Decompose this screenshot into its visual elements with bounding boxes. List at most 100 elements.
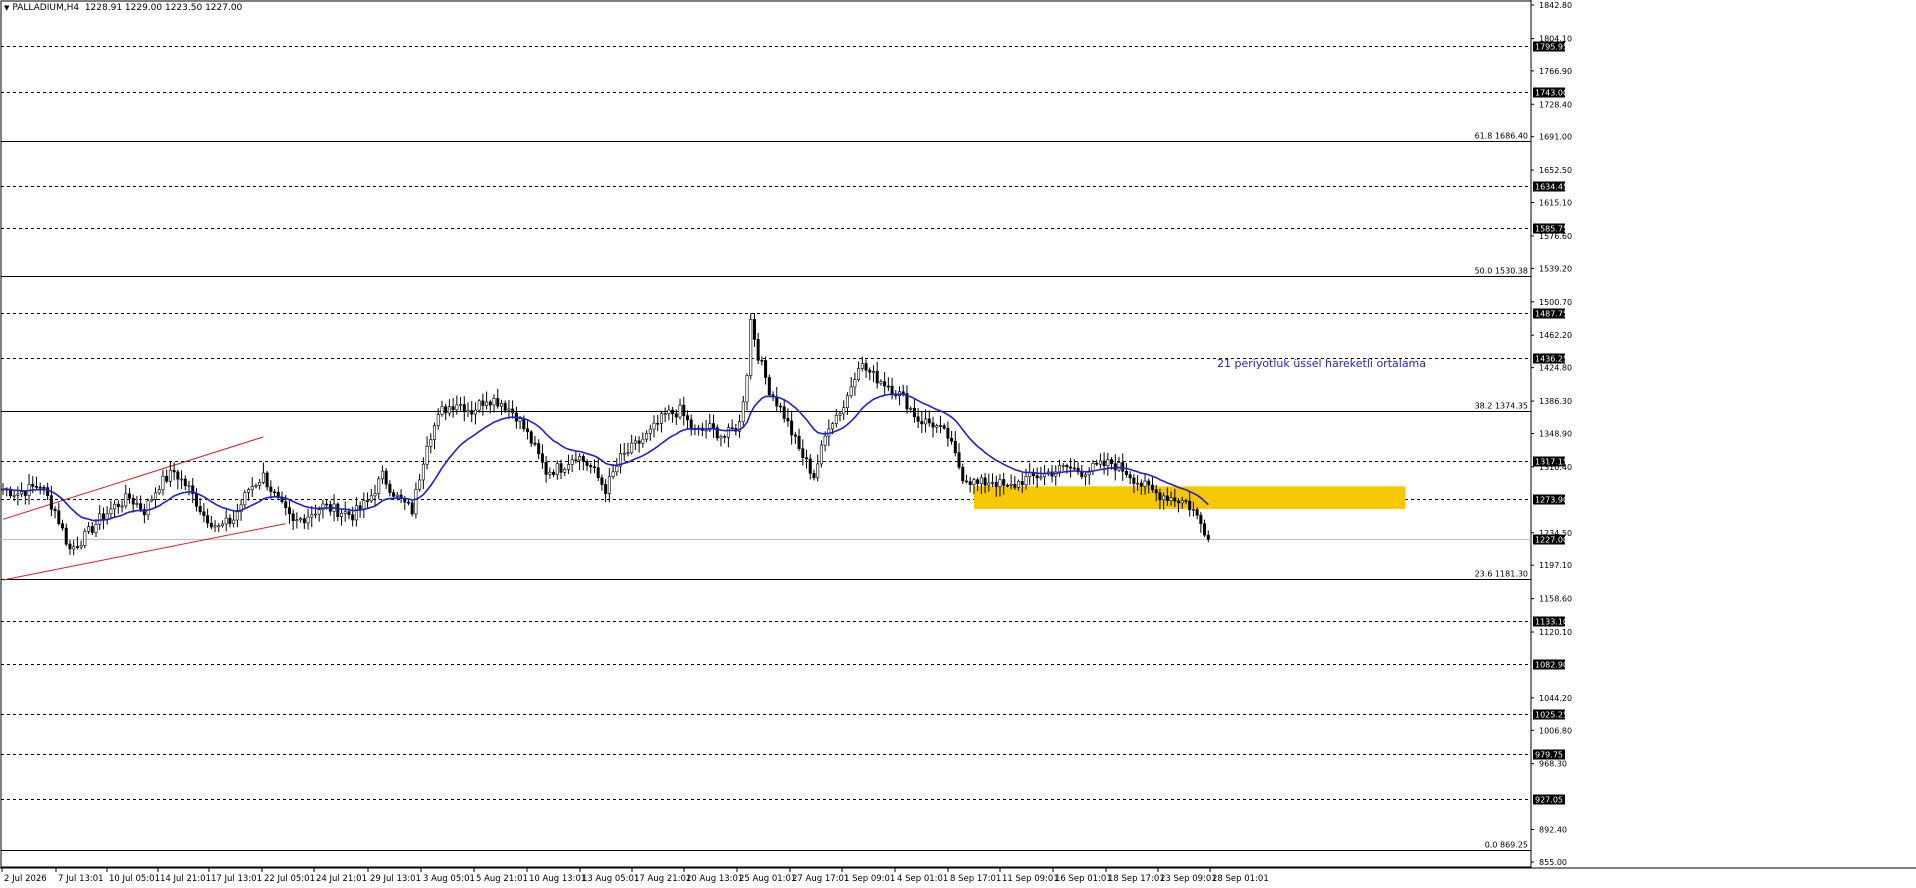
candle bbox=[429, 433, 433, 454]
candle-body bbox=[172, 469, 176, 473]
candle bbox=[198, 497, 202, 516]
candle-body bbox=[127, 493, 131, 499]
candle bbox=[775, 386, 779, 412]
price-chart[interactable]: 61.8 1686.40 50.0 1530.38 38.2 1374.35 23.6… bbox=[0, 0, 1916, 888]
channel-line[interactable] bbox=[2, 523, 286, 581]
candle bbox=[1117, 456, 1121, 473]
candle-body bbox=[544, 462, 548, 475]
candle bbox=[574, 450, 578, 464]
candle-body bbox=[392, 492, 396, 497]
candle bbox=[183, 475, 187, 491]
candle bbox=[1124, 463, 1128, 478]
time-label: 27 Aug 17:01 bbox=[792, 874, 849, 884]
candle bbox=[499, 399, 503, 415]
annotation-layer: 21 periyotluk üssel hareketli ortalama bbox=[1217, 357, 1426, 370]
candle-body bbox=[317, 509, 321, 515]
candle-body bbox=[578, 455, 582, 461]
candle-body bbox=[16, 493, 20, 496]
candle bbox=[738, 414, 742, 438]
candle bbox=[1057, 459, 1061, 477]
candle-body bbox=[358, 505, 362, 510]
candle bbox=[730, 419, 734, 432]
candle bbox=[548, 467, 552, 479]
price-tick-label: 1652.50 bbox=[1539, 166, 1572, 175]
candle bbox=[433, 422, 437, 450]
candle-body bbox=[287, 507, 291, 515]
candle bbox=[232, 510, 236, 528]
candle bbox=[1043, 464, 1047, 486]
candle-body bbox=[801, 448, 805, 458]
candle-body bbox=[295, 519, 299, 522]
candle bbox=[853, 372, 857, 396]
candle-body bbox=[1188, 500, 1192, 511]
candle bbox=[1031, 468, 1035, 485]
candle bbox=[537, 439, 541, 460]
candle-body bbox=[206, 515, 210, 524]
candle-body bbox=[604, 484, 608, 494]
candle-body bbox=[845, 395, 849, 409]
candle bbox=[165, 469, 169, 484]
candle-body bbox=[756, 339, 760, 361]
candle bbox=[1195, 507, 1199, 520]
candle-body bbox=[235, 511, 239, 521]
candle-body bbox=[987, 482, 991, 486]
candle bbox=[154, 487, 158, 508]
candle-body bbox=[265, 472, 269, 488]
candle-body bbox=[1117, 462, 1121, 471]
candle-body bbox=[793, 434, 797, 437]
candle-body bbox=[109, 508, 113, 515]
candle bbox=[559, 459, 563, 480]
candle-body bbox=[68, 543, 72, 550]
candle-body bbox=[555, 463, 559, 475]
candle-body bbox=[719, 436, 723, 439]
price-tick-label: 1310.40 bbox=[1539, 463, 1572, 472]
price-tick-label: 1006.80 bbox=[1539, 726, 1572, 735]
candle bbox=[875, 361, 879, 389]
candle bbox=[622, 443, 626, 462]
candle-body bbox=[217, 525, 221, 528]
candle-body bbox=[589, 465, 593, 468]
candle bbox=[418, 473, 422, 492]
candle bbox=[135, 495, 139, 508]
candle bbox=[678, 398, 682, 420]
candle-body bbox=[131, 497, 135, 505]
candle-body bbox=[592, 466, 596, 469]
candle-body bbox=[232, 519, 236, 524]
candle-body bbox=[920, 421, 924, 425]
candle-body bbox=[1147, 480, 1151, 486]
candle-body bbox=[410, 502, 414, 515]
level-label: 1743.00 bbox=[1535, 89, 1568, 98]
candle-body bbox=[890, 385, 894, 395]
candle bbox=[302, 514, 306, 530]
candle-body bbox=[20, 491, 24, 495]
candle-body bbox=[749, 319, 753, 376]
candle-body bbox=[1195, 509, 1199, 516]
time-label: 8 Sep 17:01 bbox=[950, 874, 1001, 884]
candle-body bbox=[994, 482, 998, 487]
candle bbox=[842, 400, 846, 421]
candle-body bbox=[384, 470, 388, 485]
candle bbox=[652, 415, 656, 438]
candle bbox=[641, 432, 645, 448]
candle-body bbox=[950, 438, 954, 442]
candle bbox=[213, 520, 217, 533]
candle bbox=[366, 492, 370, 509]
fib-level-label: 0.0 869.25 bbox=[1485, 841, 1528, 850]
candle-body bbox=[455, 404, 459, 411]
candle-body bbox=[559, 463, 563, 473]
candle bbox=[886, 377, 890, 392]
candle bbox=[142, 503, 146, 524]
candle bbox=[1091, 460, 1095, 476]
candle bbox=[991, 473, 995, 488]
price-tick-label: 1120.10 bbox=[1539, 628, 1572, 637]
candle bbox=[671, 406, 675, 423]
candle-body bbox=[1132, 477, 1136, 484]
candle bbox=[589, 462, 593, 474]
time-label: 3 Aug 05:01 bbox=[423, 874, 475, 884]
candle-body bbox=[325, 503, 329, 506]
candle bbox=[161, 470, 165, 496]
candle bbox=[533, 436, 537, 447]
candle-body bbox=[269, 486, 273, 493]
time-label: 13 Aug 05:01 bbox=[582, 874, 639, 884]
candle-body bbox=[741, 401, 745, 423]
